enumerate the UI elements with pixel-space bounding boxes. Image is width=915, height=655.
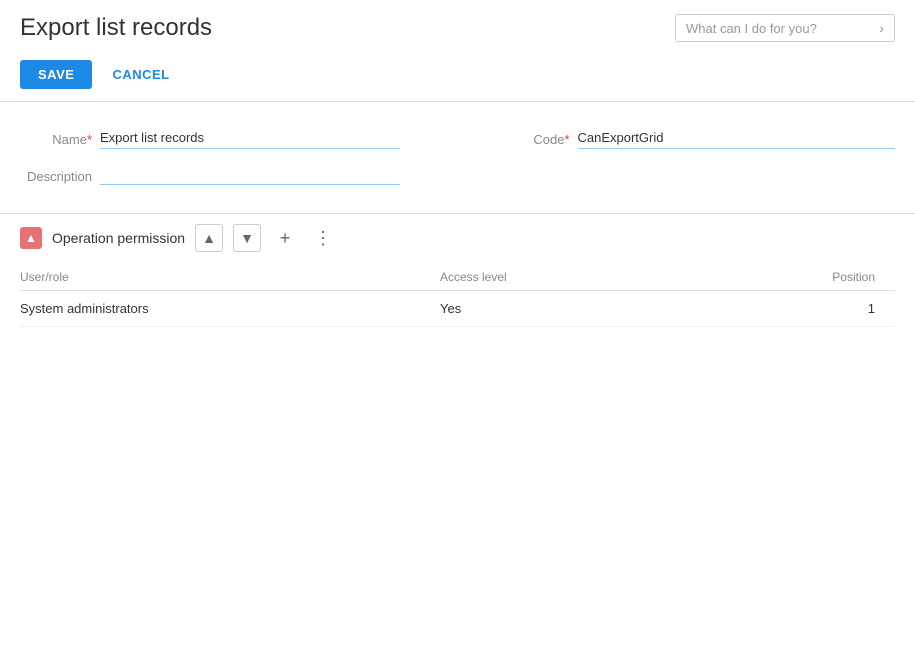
- op-more-icon: ⋮: [314, 228, 332, 249]
- name-field: Name* Export list records: [20, 130, 418, 149]
- description-label: Description: [20, 169, 100, 184]
- col-header-position: Position: [773, 264, 896, 291]
- help-search-text: What can I do for you?: [686, 21, 817, 36]
- name-label: Name*: [20, 132, 100, 147]
- op-add-icon: +: [280, 228, 291, 249]
- op-collapse-icon: ▲: [25, 231, 37, 245]
- operation-permission-section: ▲ Operation permission ▲ ▼ + ⋮ User/role…: [0, 214, 915, 327]
- code-value[interactable]: CanExportGrid: [578, 130, 896, 149]
- name-input-wrapper: Export list records: [100, 130, 400, 149]
- op-more-button[interactable]: ⋮: [309, 224, 337, 252]
- code-field: Code* CanExportGrid: [418, 130, 896, 149]
- description-row: Description: [20, 167, 895, 185]
- op-table-header-row: User/role Access level Position: [20, 264, 895, 291]
- col-header-user-role: User/role: [20, 264, 440, 291]
- cell-user-role: System administrators: [20, 291, 440, 327]
- page-header: Export list records What can I do for yo…: [0, 0, 915, 52]
- op-move-up-icon: ▲: [202, 230, 216, 246]
- col-header-access-level: Access level: [440, 264, 773, 291]
- op-move-down-button[interactable]: ▼: [233, 224, 261, 252]
- description-value[interactable]: [100, 167, 400, 185]
- cell-access-level: Yes: [440, 291, 773, 327]
- name-value[interactable]: Export list records: [100, 130, 400, 149]
- save-button[interactable]: SAVE: [20, 60, 92, 89]
- help-search-box[interactable]: What can I do for you? ›: [675, 14, 895, 42]
- op-add-button[interactable]: +: [271, 224, 299, 252]
- cell-position: 1: [773, 291, 896, 327]
- op-move-down-icon: ▼: [240, 230, 254, 246]
- op-section-title: Operation permission: [52, 230, 185, 246]
- form-section: Name* Export list records Code* CanExpor…: [0, 102, 915, 213]
- toolbar: SAVE CANCEL: [0, 52, 915, 101]
- name-code-row: Name* Export list records Code* CanExpor…: [20, 130, 895, 149]
- cancel-button[interactable]: CANCEL: [102, 60, 179, 89]
- help-search-arrow-icon: ›: [879, 20, 884, 36]
- table-row: System administratorsYes1: [20, 291, 895, 327]
- op-move-up-button[interactable]: ▲: [195, 224, 223, 252]
- description-input-wrapper: [100, 167, 400, 185]
- op-header: ▲ Operation permission ▲ ▼ + ⋮: [20, 224, 895, 252]
- description-field: Description: [20, 167, 895, 185]
- op-collapse-button[interactable]: ▲: [20, 227, 42, 249]
- page-title: Export list records: [20, 14, 212, 42]
- op-table: User/role Access level Position System a…: [20, 264, 895, 327]
- code-label: Code*: [498, 132, 578, 147]
